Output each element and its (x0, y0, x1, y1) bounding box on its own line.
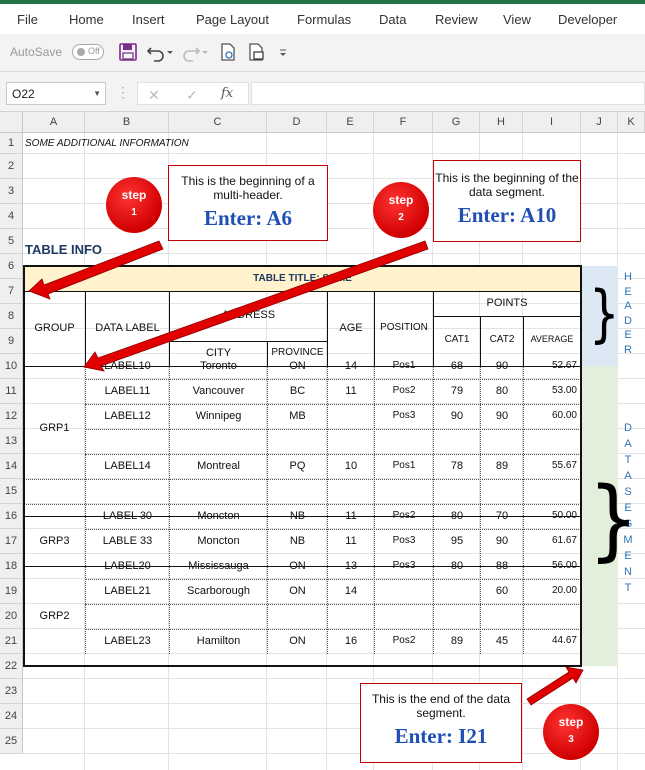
callout-2-enter: Enter: A10 (457, 203, 557, 227)
step-1-badge: step 1 (106, 177, 162, 233)
arrow-to-a10 (83, 240, 429, 372)
annotation-arrows (28, 240, 584, 706)
arrow-to-a6 (28, 240, 164, 300)
callout-3-enter: Enter: I21 (394, 724, 488, 748)
step-2-number: 2 (398, 212, 404, 223)
callout-1-enter: Enter: A6 (203, 206, 293, 230)
step-3-badge: step 3 (543, 704, 599, 760)
callout-1-text: This is the beginning of a multi-header. (181, 174, 315, 202)
step-2-badge: step 2 (373, 182, 429, 238)
callout-multi-header: This is the beginning of a multi-header.… (168, 165, 328, 241)
step-2-word: step (388, 193, 414, 207)
callout-data-start: This is the beginning of the data segmen… (433, 160, 581, 242)
step-3-word: step (558, 715, 584, 729)
excel-window: File Home Insert Page Layout Formulas Da… (0, 0, 645, 770)
callout-data-end: This is the end of the data segment. Ent… (360, 683, 522, 763)
callout-3-text: This is the end of the data segment. (371, 692, 511, 720)
step-1-word: step (121, 188, 147, 202)
callout-2-text: This is the beginning of the data segmen… (435, 171, 579, 199)
step-1-number: 1 (131, 207, 137, 218)
step-3-number: 3 (568, 734, 574, 745)
arrow-to-i21 (526, 666, 584, 706)
